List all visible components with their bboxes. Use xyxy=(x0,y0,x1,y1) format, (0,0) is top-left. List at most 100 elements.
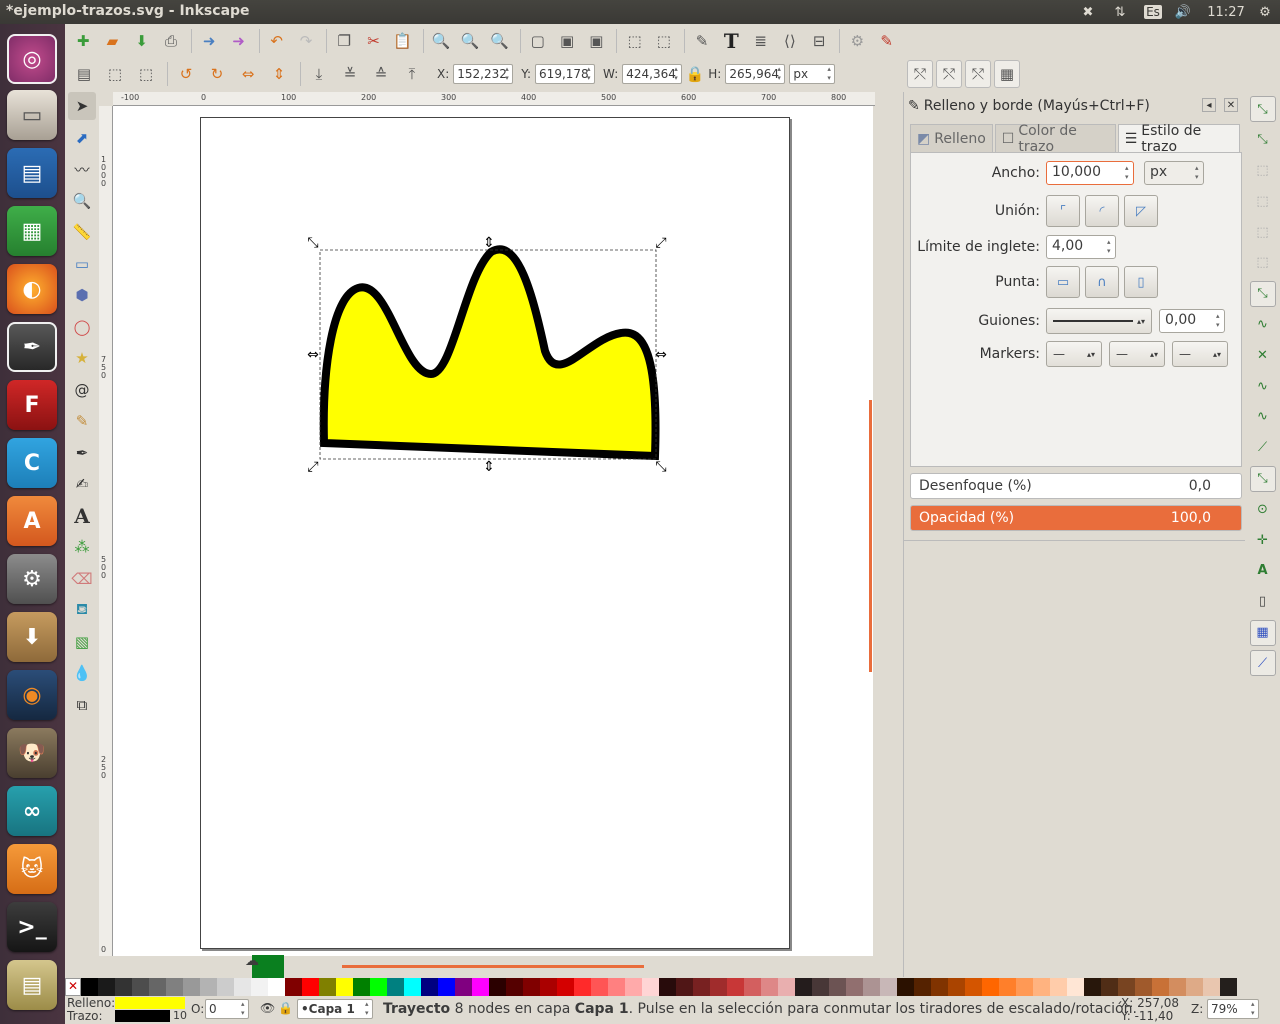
lower-icon[interactable]: ≚ xyxy=(336,60,364,88)
color-swatch[interactable] xyxy=(897,978,914,996)
w-input[interactable]: 424,364 xyxy=(622,64,683,84)
inkscape-icon[interactable]: ✒ xyxy=(7,322,57,372)
color-swatch[interactable] xyxy=(455,978,472,996)
dialog-collapse-icon[interactable]: ◂ xyxy=(1202,98,1216,112)
color-swatch[interactable] xyxy=(591,978,608,996)
keyboard-layout[interactable]: Es xyxy=(1142,0,1164,24)
color-swatch[interactable] xyxy=(1220,978,1237,996)
color-swatch[interactable] xyxy=(1050,978,1067,996)
calc-icon[interactable]: ▦ xyxy=(7,206,57,256)
color-swatch[interactable] xyxy=(404,978,421,996)
color-swatch[interactable] xyxy=(710,978,727,996)
snap-rotation-center-icon[interactable]: ✛ xyxy=(1250,527,1276,553)
color-swatch[interactable] xyxy=(965,978,982,996)
cap-square-button[interactable]: ▯ xyxy=(1124,266,1158,298)
color-swatch[interactable] xyxy=(1033,978,1050,996)
object-properties-icon[interactable]: ⊟ xyxy=(806,27,832,55)
color-swatch[interactable] xyxy=(1186,978,1203,996)
text-tool-icon[interactable]: A xyxy=(68,502,96,530)
h-input[interactable]: 265,964 xyxy=(725,64,786,84)
dash-offset-input[interactable]: 0,00 xyxy=(1159,309,1225,333)
marker-end-select[interactable]: — ▴▾ xyxy=(1172,341,1228,367)
calligraphy-tool-icon[interactable]: ✍ xyxy=(68,470,96,498)
dropper-tool-icon[interactable]: 💧 xyxy=(68,659,96,687)
rotate-cw-icon[interactable]: ↻ xyxy=(203,60,231,88)
zoom-tool-icon[interactable]: 🔍 xyxy=(68,187,96,215)
flip-vertical-icon[interactable]: ⇕ xyxy=(265,60,293,88)
stroke-width-input[interactable]: 10,000 xyxy=(1046,161,1134,185)
color-swatch[interactable] xyxy=(812,978,829,996)
open-icon[interactable]: ▰ xyxy=(99,27,125,55)
redo-icon[interactable]: ↷ xyxy=(293,27,319,55)
raise-top-icon[interactable]: ⤒ xyxy=(398,60,426,88)
snap-page-border-icon[interactable]: ▯ xyxy=(1250,589,1276,615)
dash-pattern-select[interactable]: ▴▾ xyxy=(1046,308,1152,334)
color-swatch[interactable] xyxy=(948,978,965,996)
xml-editor-icon[interactable]: ⟨⟩ xyxy=(777,27,803,55)
lock-icon[interactable]: 🔒 xyxy=(686,60,705,88)
cut-icon[interactable]: ✂ xyxy=(360,27,386,55)
tab-stroke-style[interactable]: ☰ Estilo de trazo xyxy=(1117,123,1240,155)
x-input[interactable]: 152,232 xyxy=(453,64,514,84)
color-swatch[interactable] xyxy=(642,978,659,996)
color-swatch[interactable] xyxy=(319,978,336,996)
snap-smooth-icon[interactable]: ∿ xyxy=(1250,404,1276,430)
text-font-icon[interactable]: T xyxy=(718,27,744,55)
join-miter-button[interactable]: ⌜ xyxy=(1046,195,1080,227)
color-swatch[interactable] xyxy=(285,978,302,996)
color-swatch[interactable] xyxy=(1118,978,1135,996)
color-swatch[interactable] xyxy=(744,978,761,996)
clip-icon[interactable]: ▣ xyxy=(583,27,609,55)
snap-bbox-icon[interactable]: ⤡ xyxy=(1250,127,1276,153)
color-swatch[interactable] xyxy=(761,978,778,996)
snap-path-icon[interactable]: ∿ xyxy=(1250,312,1276,338)
clock[interactable]: 11:27 xyxy=(1203,0,1249,24)
miter-limit-input[interactable]: 4,00 xyxy=(1046,235,1116,259)
system-settings-icon[interactable]: ⚙ xyxy=(7,554,57,604)
lock-layer-icon[interactable]: 🔒 xyxy=(278,1001,293,1015)
y-input[interactable]: 619,178 xyxy=(535,64,596,84)
color-swatch[interactable] xyxy=(863,978,880,996)
gimp-icon[interactable]: 🐶 xyxy=(7,728,57,778)
measure-tool-icon[interactable]: 📏 xyxy=(68,218,96,246)
color-swatch[interactable] xyxy=(438,978,455,996)
layers-icon[interactable]: ≣ xyxy=(747,27,773,55)
color-swatch[interactable] xyxy=(268,978,285,996)
snap-nodes-icon[interactable]: ⤡ xyxy=(1249,280,1276,307)
color-swatch[interactable] xyxy=(676,978,693,996)
document-properties-icon[interactable]: ✎ xyxy=(874,27,900,55)
snap-bbox-center-icon[interactable]: ⬚ xyxy=(1250,250,1276,276)
software-center-icon[interactable]: A xyxy=(7,496,57,546)
connector-tool-icon[interactable]: ⧉ xyxy=(68,691,96,719)
arduino-icon[interactable]: ∞ xyxy=(7,786,57,836)
opacity-input-status[interactable]: 0 xyxy=(205,999,249,1019)
color-swatch[interactable] xyxy=(183,978,200,996)
color-swatch[interactable] xyxy=(693,978,710,996)
spray-tool-icon[interactable]: ⁂ xyxy=(68,533,96,561)
snap-bbox-midpoint-icon[interactable]: ⬚ xyxy=(1250,219,1276,245)
color-swatch[interactable] xyxy=(846,978,863,996)
transform-patterns-icon[interactable]: ▦ xyxy=(994,60,1020,88)
join-round-button[interactable]: ◜ xyxy=(1085,195,1119,227)
color-swatch[interactable] xyxy=(217,978,234,996)
blender-icon[interactable]: ◉ xyxy=(7,670,57,720)
flip-horizontal-icon[interactable]: ⇔ xyxy=(234,60,262,88)
color-swatch[interactable] xyxy=(506,978,523,996)
color-swatch[interactable] xyxy=(421,978,438,996)
pencil-tool-icon[interactable]: ✎ xyxy=(68,407,96,435)
impress-icon[interactable]: ▤ xyxy=(7,148,57,198)
ungroup-icon[interactable]: ▣ xyxy=(554,27,580,55)
files-icon[interactable]: ▭ xyxy=(7,90,57,140)
color-swatch[interactable] xyxy=(81,978,98,996)
color-swatch[interactable] xyxy=(880,978,897,996)
ellipse-tool-icon[interactable]: ◯ xyxy=(68,313,96,341)
duplicate-icon[interactable]: ❐ xyxy=(331,27,357,55)
snap-grid-icon[interactable]: ▦ xyxy=(1249,619,1276,646)
new-document-icon[interactable]: ✚ xyxy=(70,27,96,55)
scratch-icon[interactable]: 🐱 xyxy=(7,844,57,894)
paint-bucket-tool-icon[interactable]: ⛾ xyxy=(68,596,96,624)
color-swatch[interactable] xyxy=(1067,978,1084,996)
tab-fill[interactable]: ◩ Relleno xyxy=(910,124,993,152)
color-swatch[interactable] xyxy=(353,978,370,996)
dialog-close-icon[interactable]: ✕ xyxy=(1224,98,1238,112)
